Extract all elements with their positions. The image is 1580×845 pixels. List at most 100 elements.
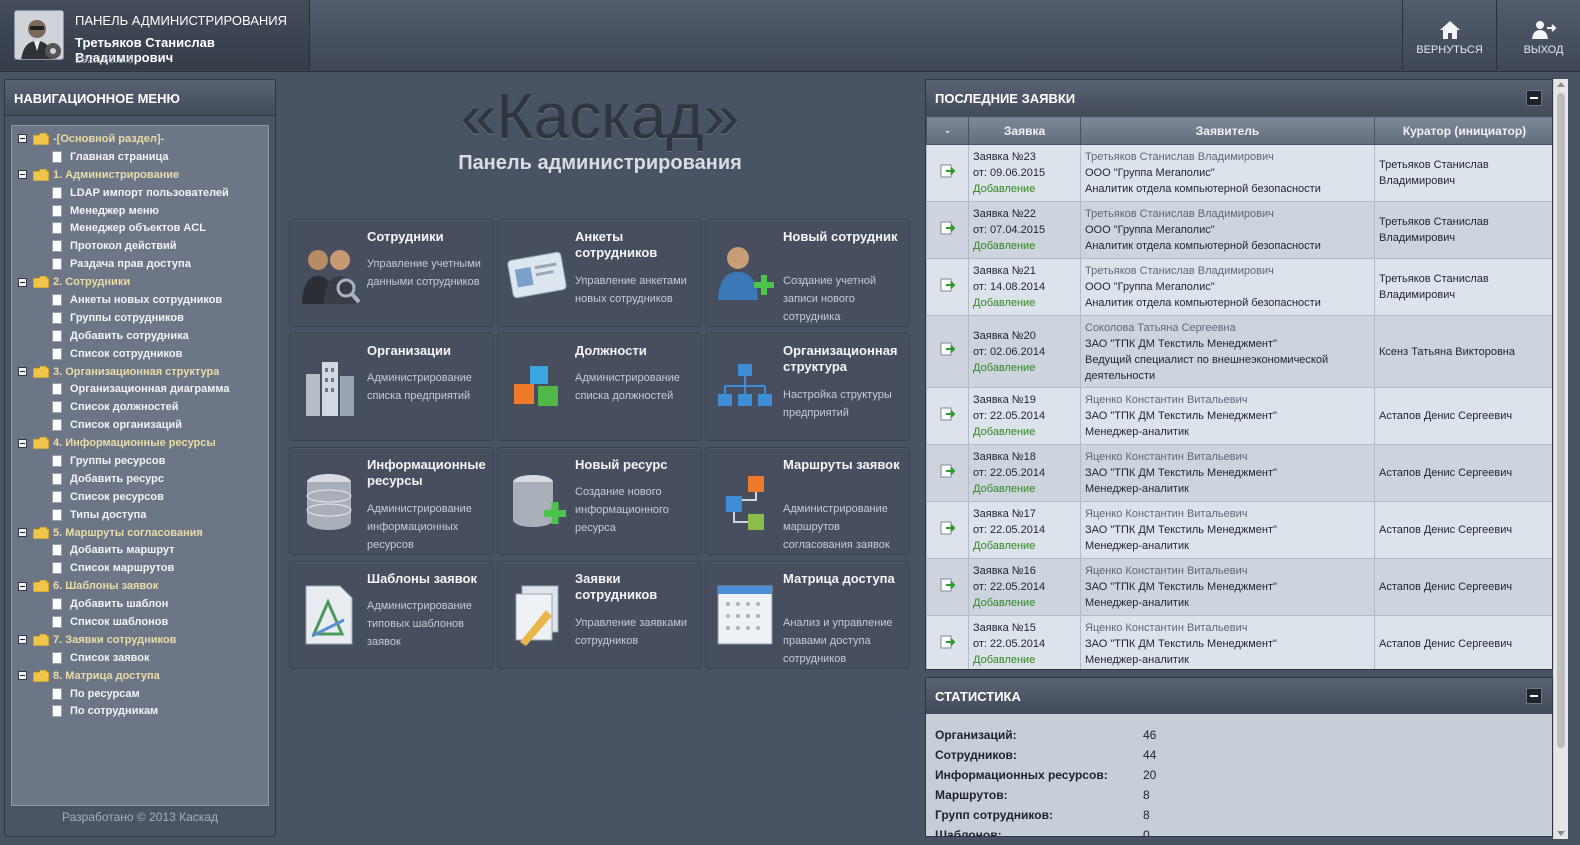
tile-add-database[interactable]: Новый ресурс Создание нового информационн… <box>497 447 702 555</box>
column-header[interactable]: - <box>926 116 969 145</box>
open-request-icon[interactable] <box>940 277 956 293</box>
table-row[interactable]: Заявка №21 от: 14.08.2014 Добавление Третья… <box>926 258 1552 316</box>
nav-section[interactable]: 6. Шаблоны заявок <box>12 577 268 595</box>
nav-item[interactable]: Анкеты новых сотрудников <box>12 291 268 309</box>
row-action-cell[interactable] <box>926 387 969 445</box>
nav-item-label: Добавить маршрут <box>70 544 175 557</box>
nav-item[interactable]: Добавить ресурс <box>12 470 268 488</box>
nav-item[interactable]: Список шаблонов <box>12 613 268 631</box>
collapse-toggle-icon[interactable] <box>18 277 27 287</box>
scroll-up-icon[interactable] <box>1557 82 1565 87</box>
nav-item[interactable]: Список маршрутов <box>12 559 268 577</box>
collapse-toggle-icon[interactable] <box>18 438 27 448</box>
nav-item[interactable]: Добавить шаблон <box>12 595 268 613</box>
open-request-icon[interactable] <box>940 463 956 479</box>
nav-item[interactable]: Типы доступа <box>12 506 268 524</box>
nav-item[interactable]: Протокол действий <box>12 237 268 255</box>
nav-item[interactable]: Добавить маршрут <box>12 541 268 559</box>
collapse-toggle-icon[interactable] <box>18 635 27 645</box>
open-request-icon[interactable] <box>940 634 956 650</box>
tile-id-card[interactable]: Анкеты сотрудников Управление анкетами но… <box>497 219 702 327</box>
tile-cubes[interactable]: Должности Администрирование списка должно… <box>497 333 702 441</box>
stat-row: Шаблонов: 0 <box>926 824 1552 837</box>
nav-section[interactable]: -[Основной раздел]- <box>12 130 268 148</box>
nav-item[interactable]: Список заявок <box>12 649 268 667</box>
nav-section[interactable]: 7. Заявки сотрудников <box>12 631 268 649</box>
scroll-down-icon[interactable] <box>1557 831 1565 836</box>
nav-section[interactable]: 2. Сотрудники <box>12 273 268 291</box>
collapse-toggle-icon[interactable] <box>18 671 27 681</box>
open-request-icon[interactable] <box>940 520 956 536</box>
open-request-icon[interactable] <box>940 577 956 593</box>
exit-button[interactable]: ВЫХОД <box>1496 0 1580 70</box>
scroll-thumb[interactable] <box>1557 93 1565 748</box>
stats-collapse-button[interactable] <box>1526 688 1542 704</box>
nav-item[interactable]: Раздача прав доступа <box>12 255 268 273</box>
stat-label: Шаблонов: <box>935 828 1002 837</box>
nav-item[interactable]: По ресурсам <box>12 685 268 703</box>
requests-collapse-button[interactable] <box>1526 90 1542 106</box>
row-action-cell[interactable] <box>926 201 969 259</box>
table-row[interactable]: Заявка №22 от: 07.04.2015 Добавление Третья… <box>926 201 1552 259</box>
column-header[interactable]: Заявка <box>968 116 1081 145</box>
nav-item[interactable]: Список сотрудников <box>12 345 268 363</box>
tile-employees[interactable]: Сотрудники Управление учетными данными со… <box>289 219 494 327</box>
table-row[interactable]: Заявка №18 от: 22.05.2014 Добавление Яценко… <box>926 444 1552 502</box>
nav-item[interactable]: Список ресурсов <box>12 488 268 506</box>
tile-org-chart[interactable]: Организационная структура Настройка струк… <box>705 333 910 441</box>
table-row[interactable]: Заявка №17 от: 22.05.2014 Добавление Яценко… <box>926 501 1552 559</box>
nav-item[interactable]: Список должностей <box>12 398 268 416</box>
nav-section[interactable]: 1. Администрирование <box>12 166 268 184</box>
column-header[interactable]: Заявитель <box>1080 116 1375 145</box>
open-request-icon[interactable] <box>940 406 956 422</box>
nav-section[interactable]: 8. Матрица доступа <box>12 667 268 685</box>
table-row[interactable]: Заявка №15 от: 22.05.2014 Добавление Яценко… <box>926 615 1552 669</box>
nav-item[interactable]: Менеджер меню <box>12 202 268 220</box>
row-action-cell[interactable] <box>926 444 969 502</box>
tile-buildings[interactable]: Организации Администрирование списка пред… <box>289 333 494 441</box>
open-request-icon[interactable] <box>940 341 956 357</box>
nav-section[interactable]: 5. Маршруты согласования <box>12 524 268 542</box>
nav-section[interactable]: 3. Организационная структура <box>12 363 268 381</box>
collapse-toggle-icon[interactable] <box>18 528 27 538</box>
open-request-icon[interactable] <box>940 220 956 236</box>
collapse-toggle-icon[interactable] <box>18 367 27 377</box>
nav-item[interactable]: Группы ресурсов <box>12 452 268 470</box>
table-row[interactable]: Заявка №19 от: 22.05.2014 Добавление Яценко… <box>926 387 1552 445</box>
nav-item[interactable]: Добавить сотрудника <box>12 327 268 345</box>
nav-item[interactable]: LDAP импорт пользователей <box>12 184 268 202</box>
nav-section[interactable]: 4. Информационные ресурсы <box>12 434 268 452</box>
page-scrollbar[interactable] <box>1553 79 1568 839</box>
back-button[interactable]: ВЕРНУТЬСЯ <box>1402 0 1496 70</box>
tile-route[interactable]: Маршруты заявок Администрирование маршрут… <box>705 447 910 555</box>
row-action-cell[interactable] <box>926 501 969 559</box>
back-label: ВЕРНУТЬСЯ <box>1416 44 1483 56</box>
tile-matrix[interactable]: Матрица доступа Анализ и управление права… <box>705 561 910 669</box>
open-request-icon[interactable] <box>940 163 956 179</box>
request-date: от: 02.06.2014 <box>973 345 1046 358</box>
collapse-toggle-icon[interactable] <box>18 134 27 144</box>
collapse-toggle-icon[interactable] <box>18 581 27 591</box>
row-action-cell[interactable] <box>926 615 969 669</box>
row-action-cell[interactable] <box>926 258 969 316</box>
table-row[interactable]: Заявка №20 от: 02.06.2014 Добавление Соколо… <box>926 315 1552 388</box>
row-action-cell[interactable] <box>926 315 969 388</box>
row-action-cell[interactable] <box>926 558 969 616</box>
applicant-position: Аналитик отдела компьютерной безопасност… <box>1085 240 1321 252</box>
table-row[interactable]: Заявка №23 от: 09.06.2015 Добавление Третья… <box>926 144 1552 202</box>
nav-item[interactable]: Менеджер объектов ACL <box>12 219 268 237</box>
nav-item[interactable]: Группы сотрудников <box>12 309 268 327</box>
column-header[interactable]: Куратор (инициатор) <box>1374 116 1552 145</box>
tile-template[interactable]: Шаблоны заявок Администрирование типовых … <box>289 561 494 669</box>
nav-item[interactable]: Главная страница <box>12 148 268 166</box>
applicant-org: ЗАО "ТПК ДМ Текстиль Менеджмент" <box>1085 467 1277 479</box>
tile-database[interactable]: Информационные ресурсы Администрирование … <box>289 447 494 555</box>
row-action-cell[interactable] <box>926 144 969 202</box>
tile-documents[interactable]: Заявки сотрудников Управление заявками со… <box>497 561 702 669</box>
table-row[interactable]: Заявка №16 от: 22.05.2014 Добавление Яценко… <box>926 558 1552 616</box>
tile-add-user[interactable]: Новый сотрудник Создание учетной записи н… <box>705 219 910 327</box>
nav-item[interactable]: По сотрудникам <box>12 703 268 721</box>
collapse-toggle-icon[interactable] <box>18 170 27 180</box>
nav-item[interactable]: Организационная диаграмма <box>12 380 268 398</box>
nav-item[interactable]: Список организаций <box>12 416 268 434</box>
